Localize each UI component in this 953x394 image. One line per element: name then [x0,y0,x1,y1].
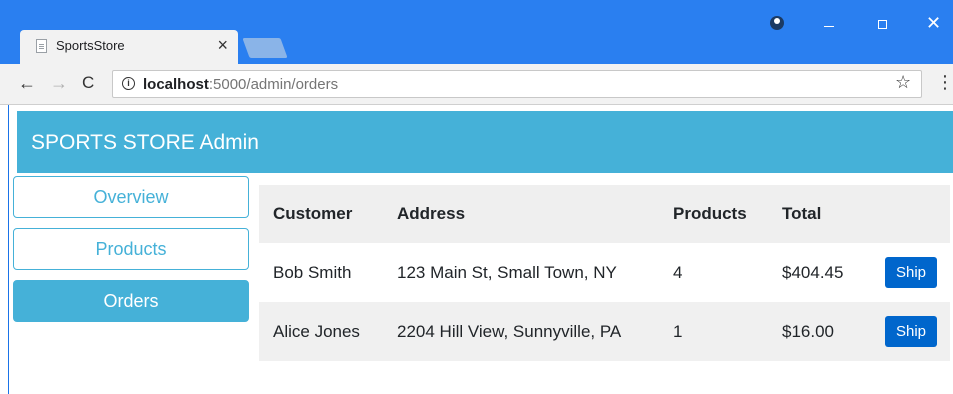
page-title: SPORTS STORE Admin [31,131,259,154]
url-text: localhost:5000/admin/orders [143,76,338,93]
tab-sportsstore[interactable]: SportsStore × [20,30,238,64]
cell-total: $404.45 [768,243,867,302]
cell-action: Ship [867,243,950,302]
sidebar-item-products[interactable]: Products [13,228,249,270]
column-header-customer: Customer [259,185,383,243]
sidebar: Overview Products Orders [13,176,251,332]
browser-window: SportsStore × ✕ ← → C i localhost:5000/a… [0,0,953,394]
cell-total: $16.00 [768,302,867,361]
column-header-total: Total [768,185,867,243]
column-header-products: Products [659,185,768,243]
cell-customer: Alice Jones [259,302,383,361]
url-path: :5000/admin/orders [208,76,339,93]
reload-icon[interactable]: C [82,73,94,93]
page-content: SPORTS STORE Admin Overview Products Ord… [8,105,953,394]
cell-products: 1 [659,302,768,361]
cell-products: 4 [659,243,768,302]
maximize-icon[interactable] [878,20,887,29]
tab-close-icon[interactable]: × [217,36,228,54]
new-tab-button[interactable] [242,38,288,58]
tab-title: SportsStore [56,38,125,53]
table-row: Alice Jones 2204 Hill View, Sunnyville, … [259,302,950,361]
table-header-row: Customer Address Products Total [259,185,950,243]
page-header: SPORTS STORE Admin [17,111,953,173]
address-bar[interactable]: i localhost:5000/admin/orders [112,70,922,98]
browser-toolbar: ← → C i localhost:5000/admin/orders ☆ ⋮ [0,64,953,105]
profile-icon[interactable] [770,16,784,30]
cell-customer: Bob Smith [259,243,383,302]
column-header-action [867,185,950,243]
sidebar-item-overview[interactable]: Overview [13,176,249,218]
bookmark-star-icon[interactable]: ☆ [895,72,911,92]
info-icon[interactable]: i [122,77,135,90]
table-row: Bob Smith 123 Main St, Small Town, NY 4 … [259,243,950,302]
browser-menu-icon[interactable]: ⋮ [936,72,953,92]
orders-table: Customer Address Products Total Bob Smit… [259,185,950,361]
forward-arrow-icon[interactable]: → [50,73,68,93]
url-host: localhost [143,76,209,93]
cell-address: 123 Main St, Small Town, NY [383,243,659,302]
title-bar: SportsStore × ✕ [0,0,953,64]
cell-address: 2204 Hill View, Sunnyville, PA [383,302,659,361]
cell-action: Ship [867,302,950,361]
ship-button[interactable]: Ship [885,316,937,347]
ship-button[interactable]: Ship [885,257,937,288]
window-close-icon[interactable]: ✕ [926,14,941,32]
sidebar-item-orders[interactable]: Orders [13,280,249,322]
column-header-address: Address [383,185,659,243]
minimize-icon[interactable] [824,26,834,27]
page-icon [36,39,47,53]
back-arrow-icon[interactable]: ← [18,73,36,93]
